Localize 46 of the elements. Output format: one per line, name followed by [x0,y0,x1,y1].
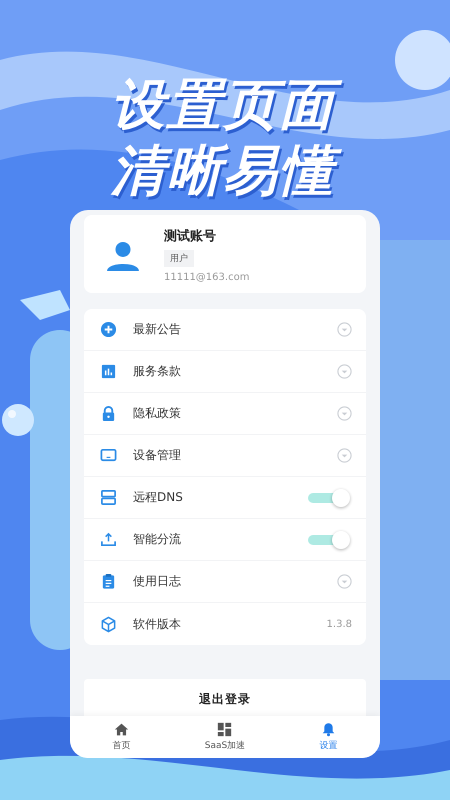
account-email: 11111@163.com [164,272,250,283]
settings-item[interactable]: 智能分流 [84,519,366,561]
settings-item[interactable]: 服务条款 [84,351,366,393]
account-name: 测试账号 [164,228,216,245]
settings-label: 设备管理 [133,447,182,464]
nav-tab[interactable]: 设置 [288,722,368,752]
monitor-icon [100,447,117,464]
settings-label: 远程DNS [133,489,184,506]
user-icon [104,241,142,271]
nav-tab[interactable]: SaaS加速 [184,722,265,752]
chevron-down-icon [337,322,352,337]
settings-item[interactable]: 设备管理 [84,435,366,477]
settings-label: 服务条款 [133,363,182,380]
settings-item[interactable]: 最新公告 [84,309,366,351]
clipboard-icon [100,573,117,590]
grid-icon [217,722,232,737]
settings-item[interactable]: 软件版本 1.3.8 [84,603,366,645]
chevron-down-icon [337,406,352,421]
headline: 设置页面 [101,72,349,138]
logout-button[interactable]: 退出登录 [84,679,366,716]
chevron-down-icon [337,364,352,379]
settings-label: 隐私政策 [133,405,182,422]
server-icon [100,489,117,506]
bell-icon [320,722,336,737]
toggle-switch[interactable] [308,530,352,548]
home-icon [114,722,130,737]
bubble-drawing [2,404,34,436]
cube-icon [100,616,117,632]
settings-item[interactable]: 隐私政策 [84,393,366,435]
version-number: 1.3.8 [326,618,352,630]
toggle-switch[interactable] [308,488,352,506]
upload-icon [100,531,117,548]
settings-item[interactable]: 使用日志 [84,561,366,603]
settings-label: 智能分流 [133,531,182,548]
role-tag: 用户 [164,250,194,267]
chevron-down-icon [337,448,352,463]
headline: 清晰易懂 [101,138,349,204]
settings-label: 最新公告 [133,321,182,338]
chevron-down-icon [337,574,352,589]
lock-icon [100,405,117,422]
chart-icon [100,363,117,380]
settings-label: 软件版本 [133,616,182,632]
nav-tab[interactable]: 首页 [82,722,162,752]
settings-item[interactable]: 远程DNS [84,477,366,519]
settings-label: 使用日志 [133,573,182,590]
plus-icon [100,321,117,338]
